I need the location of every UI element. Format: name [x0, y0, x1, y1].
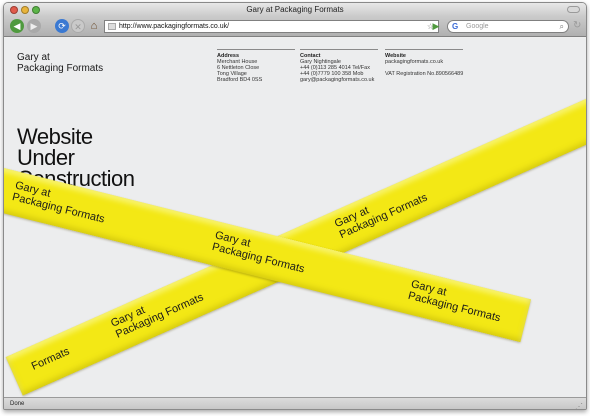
stop-icon: ✕	[74, 22, 82, 32]
search-icon[interactable]: ⌕	[560, 21, 564, 32]
navigation-toolbar: ◀ ▶ ⟳ ✕ ⌂ http://www.packagingformats.co…	[4, 17, 586, 37]
search-placeholder: Google	[466, 23, 489, 30]
status-bar: Done ⋰	[4, 397, 586, 409]
url-bar[interactable]: http://www.packagingformats.co.uk/ ☆	[104, 20, 439, 33]
reload-button[interactable]: ⟳	[55, 19, 69, 33]
stop-button[interactable]: ✕	[71, 19, 85, 33]
tape-text: Gary at Packaging Formats	[109, 280, 205, 341]
back-arrow-icon: ◀	[13, 21, 21, 31]
page-content: Gary at Packaging Formats Address Mercha…	[4, 38, 586, 397]
minimize-window-button[interactable]	[21, 6, 29, 14]
toolbar-toggle-button[interactable]	[567, 6, 580, 13]
favicon-icon	[108, 23, 116, 30]
resize-grip-icon[interactable]: ⋰	[575, 400, 583, 409]
home-icon: ⌂	[90, 20, 98, 32]
tape-text: Gary at Packaging Formats	[333, 181, 429, 242]
home-button[interactable]: ⌂	[87, 19, 101, 33]
tape-text: Formats	[30, 345, 72, 372]
go-arrow-icon[interactable]: ▶	[430, 20, 442, 33]
window-title: Gary at Packaging Formats	[246, 5, 344, 14]
tape-text: Gary at Packaging Formats	[11, 179, 109, 225]
forward-button[interactable]: ▶	[27, 19, 41, 33]
search-input[interactable]: G Google ⌕	[447, 20, 569, 33]
forward-arrow-icon: ▶	[30, 21, 38, 31]
url-text: http://www.packagingformats.co.uk/	[119, 23, 230, 30]
tape-text: Gary at Packaging Formats	[407, 278, 505, 324]
back-button[interactable]: ◀	[10, 19, 24, 33]
zoom-window-button[interactable]	[32, 6, 40, 14]
search-engine-icon[interactable]: G	[452, 21, 458, 32]
close-window-button[interactable]	[10, 6, 18, 14]
status-text: Done	[10, 401, 25, 407]
extra-icon[interactable]: ↻	[573, 20, 581, 31]
tape-graphic: Gary at Packaging Formats Gary at Packag…	[4, 38, 586, 397]
tape-text-fragment: Formats	[29, 345, 72, 373]
browser-window: Gary at Packaging Formats ◀ ▶ ⟳ ✕ ⌂ http…	[3, 2, 587, 410]
title-bar: Gary at Packaging Formats	[4, 3, 586, 17]
reload-icon: ⟳	[58, 21, 66, 31]
